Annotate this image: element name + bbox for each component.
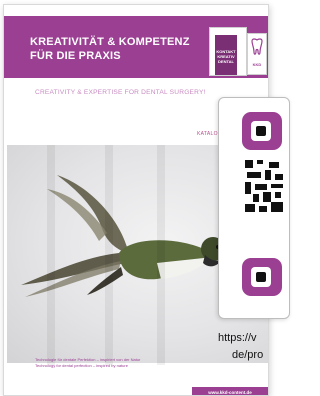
headline-line-1: KREATIVITÄT & KOMPETENZ xyxy=(30,36,190,48)
qr-code-icon xyxy=(243,158,285,214)
catalog-tagline: CREATIVITY & EXPERTISE FOR DENTAL SURGER… xyxy=(35,89,206,96)
qr-url-text[interactable]: https://v de/pro xyxy=(218,330,263,364)
tooth-icon xyxy=(251,38,263,55)
headline-line-2: FÜR DIE PRAXIS xyxy=(30,50,121,62)
catalog-headline: KREATIVITÄT & KOMPETENZ FÜR DIE PRAXIS xyxy=(30,35,206,63)
qr-code-card[interactable] xyxy=(218,97,290,319)
brand-logo: KONTAKT KREATIV DENTAL xyxy=(215,35,237,75)
tooth-logo: KKD xyxy=(247,33,267,75)
qr-finder-bottom xyxy=(242,258,282,296)
footer-claim: Technologie für dentale Perfektion – ins… xyxy=(35,357,140,369)
qr-url-line-1: https://v xyxy=(218,332,257,344)
qr-url-line-2: de/pro xyxy=(232,349,264,361)
footer-website-link[interactable]: www.kkd-content.de xyxy=(192,387,268,395)
qr-finder-top xyxy=(242,112,282,150)
footer-claim-en: Technology for dental perfection – inspi… xyxy=(35,363,128,368)
katalog-label: KATALO xyxy=(197,131,218,137)
kkd-logo-text: KKD xyxy=(252,62,262,67)
